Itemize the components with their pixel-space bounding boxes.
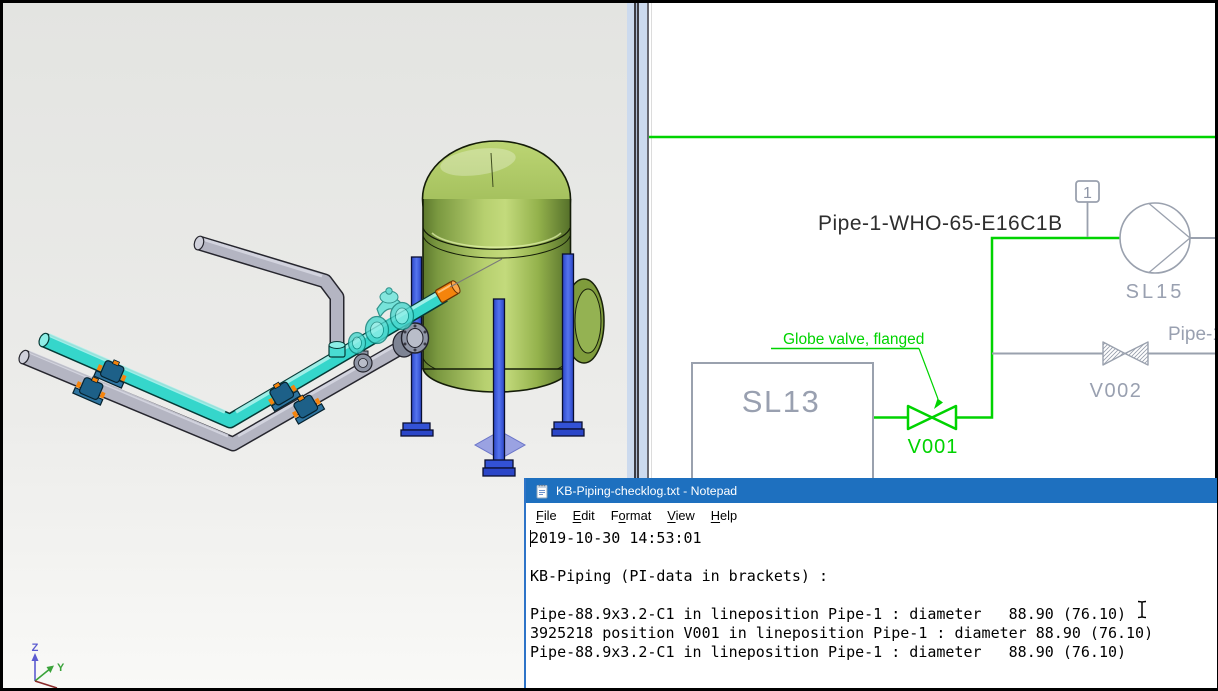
screenshot-root: Z Y [0,0,1218,691]
tank-leg-front[interactable] [494,299,505,462]
annotation-text: Globe valve, flanged [783,331,924,348]
notepad-title: KB-Piping-checklog.txt - Notepad [556,484,737,498]
valve-v002[interactable] [1103,342,1148,365]
menu-format[interactable]: Format [603,508,660,523]
pipe-tee-fitting[interactable] [329,342,345,358]
notepad-text-line: Pipe-88.9x3.2-C1 in lineposition Pipe-1 … [530,643,1217,662]
z-axis-label: Z [32,642,39,654]
notepad-text-line [530,548,1217,567]
valve-v001-label: V001 [908,436,959,458]
notepad-text-line: 2019-10-30 14:53:01 [530,529,1217,548]
menu-help[interactable]: Help [703,508,745,523]
valve-v002-label: V002 [1090,380,1143,402]
menu-view[interactable]: View [659,508,703,523]
notepad-text-line [530,586,1217,605]
notepad-window: KB-Piping-checklog.txt - Notepad FileEdi… [524,478,1217,688]
menu-file[interactable]: File [528,508,565,523]
notepad-titlebar: KB-Piping-checklog.txt - Notepad [526,478,1217,503]
branch-pipe-label: Pipe-1- [1168,324,1215,345]
tag-box[interactable]: 1 [1076,181,1099,237]
pump-label: SL15 [1126,281,1185,303]
equipment-label: SL13 [742,384,820,419]
notepad-text-line: Pipe-88.9x3.2-C1 in lineposition Pipe-1 … [530,605,1217,624]
y-axis-label: Y [57,662,65,674]
leader-arrowhead [934,399,943,410]
pipe-line-label: Pipe-1-WHO-65-E16C1B [818,212,1063,235]
pid-pipe-green[interactable] [873,238,1121,418]
ibeam-cursor [1136,600,1148,619]
valve-v001[interactable] [908,406,956,429]
notepad-text-line: KB-Piping (PI-data in brackets) : [530,567,1217,586]
menu-edit[interactable]: Edit [565,508,603,523]
notepad-menubar: FileEditFormatViewHelp [526,503,1217,527]
notepad-text-area[interactable]: 2019-10-30 14:53:01 KB-Piping (PI-data in… [526,527,1217,662]
pump-symbol[interactable] [1120,203,1190,273]
tag-number: 1 [1083,185,1092,202]
text-caret [530,530,531,547]
notepad-icon [534,483,550,499]
notepad-text-line: 3925218 position V001 in lineposition Pi… [530,624,1217,643]
tank-leg-right[interactable] [563,254,574,424]
